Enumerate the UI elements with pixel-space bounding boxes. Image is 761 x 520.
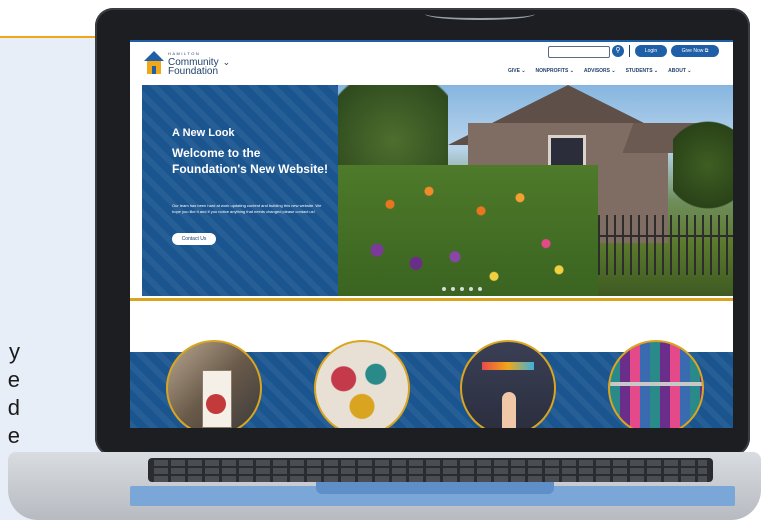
lid-reflection [425, 8, 535, 20]
keyboard-row [154, 468, 707, 474]
nav-item-advisors[interactable]: ADVISORS ⌄ [584, 68, 616, 74]
carousel-dot[interactable] [478, 287, 482, 291]
logo-wordmark: HAMILTON Community Foundation [168, 49, 219, 77]
search-input[interactable] [548, 46, 610, 58]
laptop-screen: HAMILTON Community Foundation ⌄ ⚲ Login … [130, 40, 733, 428]
contact-us-button[interactable]: Contact Us [172, 233, 216, 245]
carousel-dot[interactable] [460, 287, 464, 291]
hero-text-panel: A New Look Welcome to the Foundation's N… [142, 85, 338, 296]
keyboard-row [154, 460, 707, 466]
laptop-keyboard [148, 458, 713, 482]
feature-circle-mosaic-art[interactable] [314, 340, 410, 428]
side-text-line: d [7, 395, 20, 420]
feature-circle-people[interactable] [460, 340, 556, 428]
side-text-line: e [7, 423, 20, 448]
chevron-down-icon[interactable]: ⌄ [223, 57, 231, 68]
give-now-button[interactable]: Give Now ⧉ [671, 45, 719, 57]
hero-section: A New Look Welcome to the Foundation's N… [142, 85, 733, 296]
hero-divider [130, 298, 733, 301]
carousel-dot[interactable] [451, 287, 455, 291]
nav-item-give[interactable]: GIVE ⌄ [508, 68, 526, 74]
carousel-dot[interactable] [442, 287, 446, 291]
nav-item-about[interactable]: ABOUT ⌄ [668, 68, 691, 74]
side-text-line: y [9, 339, 20, 364]
nav-item-nonprofits[interactable]: NONPROFITS ⌄ [536, 68, 574, 74]
carousel-dot[interactable] [469, 287, 473, 291]
hero-photo-house-garden [338, 85, 733, 296]
main-nav: GIVE ⌄ NONPROFITS ⌄ ADVISORS ⌄ STUDENTS … [508, 68, 691, 74]
site-logo[interactable]: HAMILTON Community Foundation ⌄ [144, 49, 231, 77]
cropped-side-text: y e d e [0, 338, 20, 450]
house-logo-icon [144, 50, 164, 75]
login-button[interactable]: Login [635, 45, 667, 57]
hero-body: Our team has been hard at work updating … [172, 203, 322, 214]
search-icon[interactable]: ⚲ [612, 45, 624, 57]
hero-kicker: A New Look [172, 127, 235, 139]
site-top-bar [130, 40, 733, 42]
feature-circle-spools[interactable] [608, 340, 704, 428]
header-divider [629, 45, 630, 57]
laptop-trackpad [316, 482, 554, 494]
side-text-line: e [7, 367, 20, 392]
carousel-dots [442, 287, 482, 291]
nav-item-students[interactable]: STUDENTS ⌄ [626, 68, 659, 74]
logo-line-3: Foundation [168, 66, 219, 77]
hero-title: Welcome to the Foundation's New Website! [172, 146, 328, 176]
feature-circle-street-banner[interactable] [166, 340, 262, 428]
